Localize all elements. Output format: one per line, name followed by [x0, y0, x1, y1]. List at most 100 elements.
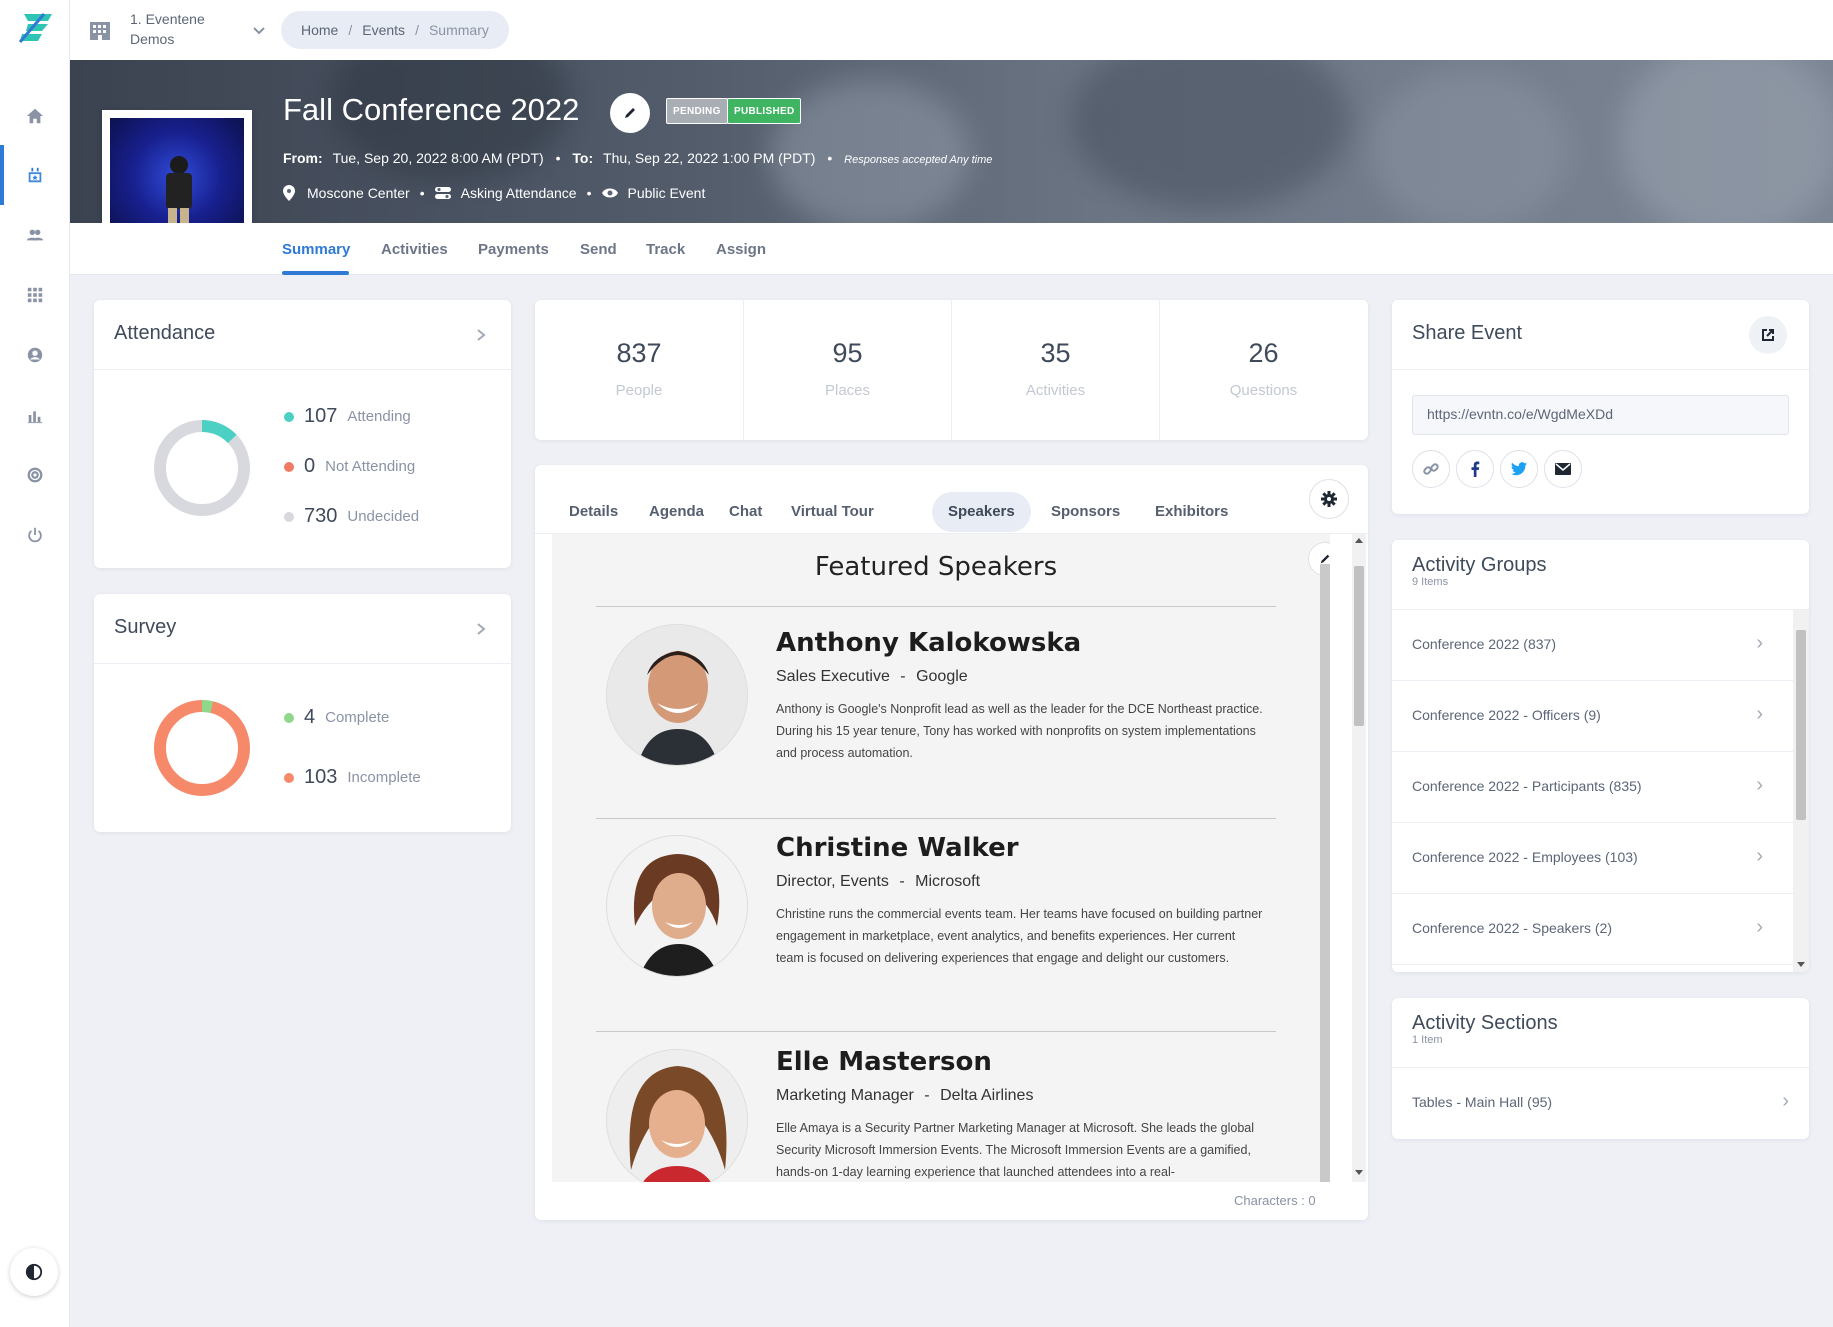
chevron-right-icon: ›	[1756, 703, 1763, 725]
stat-questions[interactable]: 26 Questions	[1159, 300, 1367, 440]
share-email-button[interactable]	[1544, 450, 1582, 488]
external-link-icon	[1762, 329, 1774, 341]
chevron-right-icon: ›	[1756, 774, 1763, 796]
stats-card: 837 People 95 Places 35 Activities 26 Qu…	[535, 300, 1368, 440]
characters-counter: Characters : 0	[1234, 1193, 1316, 1208]
incomplete-label: Incomplete	[347, 769, 421, 786]
chevron-right-icon: ›	[1756, 845, 1763, 867]
editor-scrollbar[interactable]	[1352, 534, 1366, 1182]
bullet: •	[419, 185, 425, 201]
activity-groups-header: Activity Groups 9 Items	[1392, 540, 1809, 610]
stat-label: Questions	[1229, 382, 1298, 399]
scroll-down-arrow[interactable]	[1355, 1170, 1363, 1175]
share-facebook-button[interactable]	[1456, 450, 1494, 488]
activity-groups-scrollbar[interactable]	[1793, 610, 1809, 972]
legend-not-attending: 0 Not Attending	[284, 455, 415, 478]
tab-virtual-tour[interactable]: Virtual Tour	[775, 492, 890, 532]
share-twitter-button[interactable]	[1500, 450, 1538, 488]
left-sidebar	[0, 0, 70, 1327]
bar-chart-icon[interactable]	[0, 385, 70, 445]
stat-activities[interactable]: 35 Activities	[951, 300, 1159, 440]
power-icon[interactable]	[0, 505, 70, 565]
scroll-thumb[interactable]	[1354, 566, 1364, 726]
tab-payments[interactable]: Payments	[478, 241, 549, 258]
speakers-editor[interactable]: Featured Speakers Anthony Kalokowska Sal…	[552, 534, 1330, 1182]
tab-activities[interactable]: Activities	[381, 241, 448, 258]
share-url-field[interactable]: https://evntn.co/e/WgdMeXDd	[1412, 395, 1789, 435]
tab-assign[interactable]: Assign	[716, 241, 766, 258]
event-sub-tabs: Summary Activities Payments Send Track A…	[70, 223, 1833, 275]
speaker-role: Sales Executive - Google	[776, 668, 968, 685]
support-icon[interactable]	[0, 445, 70, 505]
event-location: Moscone Center	[307, 185, 410, 201]
legend-incomplete: 103 Incomplete	[284, 766, 421, 789]
stat-places[interactable]: 95 Places	[743, 300, 951, 440]
people-icon[interactable]	[0, 205, 70, 265]
scroll-down-arrow[interactable]	[1797, 962, 1805, 967]
activity-section-item[interactable]: Tables - Main Hall (95) ›	[1392, 1068, 1809, 1139]
status-badge-pending: PENDING	[666, 98, 728, 124]
tab-send[interactable]: Send	[580, 241, 617, 258]
tab-exhibitors[interactable]: Exhibitors	[1139, 492, 1244, 532]
contrast-icon	[25, 1263, 43, 1281]
twitter-icon	[1511, 462, 1527, 476]
divider	[596, 1031, 1276, 1032]
survey-header[interactable]: Survey	[94, 594, 511, 664]
tab-agenda[interactable]: Agenda	[633, 492, 720, 532]
org-switcher[interactable]: 1. Eventene Demos	[88, 10, 278, 52]
activity-group-item[interactable]: Conference 2022 (837) ›	[1392, 610, 1793, 681]
speaker-bio: Anthony is Google's Nonprofit lead as we…	[776, 702, 1263, 760]
stat-people[interactable]: 837 People	[535, 300, 743, 440]
location-pin-icon	[283, 185, 295, 201]
attendance-card: Attendance 107 Attending 0 Not Attending…	[94, 300, 511, 568]
status-badge-published: PUBLISHED	[727, 98, 802, 124]
eventene-logo[interactable]	[18, 12, 54, 44]
attendance-header[interactable]: Attendance	[94, 300, 511, 370]
content-settings-button[interactable]	[1309, 479, 1349, 519]
apps-grid-icon[interactable]	[0, 265, 70, 325]
tab-details[interactable]: Details	[553, 492, 634, 532]
speaker-role: Marketing Manager - Delta Airlines	[776, 1087, 1034, 1104]
toggles-icon	[434, 187, 451, 199]
breadcrumb-home[interactable]: Home	[301, 22, 338, 38]
theme-toggle-button[interactable]	[10, 1248, 58, 1296]
speaker-card: Anthony Kalokowska Sales Executive - Goo…	[596, 624, 1276, 804]
attending-label: Attending	[347, 408, 411, 425]
tab-summary[interactable]: Summary	[282, 241, 350, 258]
home-icon[interactable]	[0, 86, 70, 146]
chevron-right-icon	[477, 329, 486, 341]
breadcrumb-events[interactable]: Events	[362, 22, 405, 38]
not-attending-label: Not Attending	[325, 458, 416, 475]
edit-event-button[interactable]	[610, 93, 650, 133]
top-bar: 1. Eventene Demos Home / Events / Summar…	[70, 0, 1833, 60]
speaker-name: Christine Walker	[776, 833, 1019, 863]
pencil-icon	[625, 108, 635, 118]
scroll-up-arrow[interactable]	[1355, 538, 1363, 543]
tab-sponsors[interactable]: Sponsors	[1035, 492, 1136, 532]
survey-donut-chart	[154, 700, 250, 796]
event-visibility: Public Event	[627, 185, 706, 201]
tab-chat[interactable]: Chat	[713, 492, 778, 532]
attending-count: 107	[304, 405, 338, 427]
inner-scrollbar[interactable]	[1320, 564, 1330, 1182]
user-circle-icon[interactable]	[0, 325, 70, 385]
activity-group-item[interactable]: Conference 2022 - Participants (835) ›	[1392, 752, 1793, 823]
gear-icon	[1321, 491, 1337, 507]
copy-link-button[interactable]	[1412, 450, 1450, 488]
bullet: •	[586, 185, 592, 201]
activity-groups-title: Activity Groups	[1412, 554, 1547, 576]
tab-track[interactable]: Track	[646, 241, 685, 258]
tab-speakers[interactable]: Speakers	[932, 492, 1031, 532]
activity-group-item[interactable]: Conference 2022 - Speakers (2) ›	[1392, 894, 1793, 965]
activity-group-item[interactable]: Conference 2022 - Officers (9) ›	[1392, 681, 1793, 752]
facebook-icon	[1471, 461, 1480, 477]
legend-undecided: 730 Undecided	[284, 505, 419, 528]
open-share-button[interactable]	[1749, 316, 1787, 354]
stat-value: 837	[616, 338, 662, 368]
calendar-icon[interactable]	[0, 145, 70, 205]
chevron-right-icon	[477, 623, 486, 635]
activity-group-item[interactable]: Conference 2022 - Employees (103) ›	[1392, 823, 1793, 894]
attendance-donut-chart	[154, 420, 250, 516]
scroll-thumb[interactable]	[1796, 630, 1806, 820]
complete-count: 4	[304, 706, 316, 728]
